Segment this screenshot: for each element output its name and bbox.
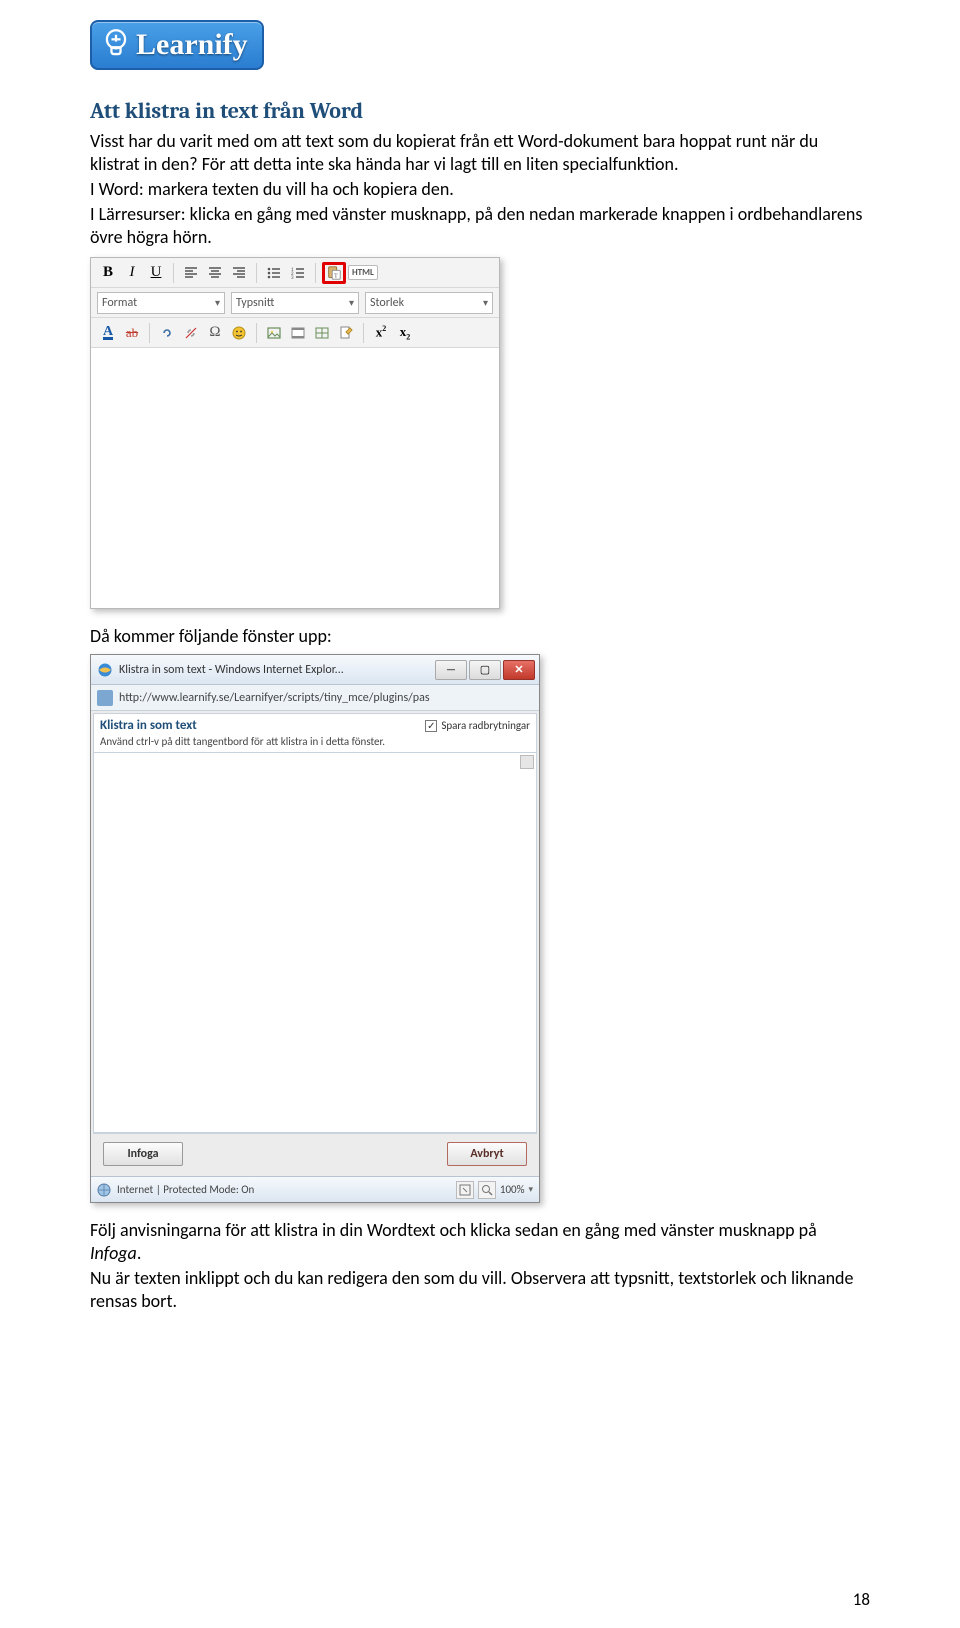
window-title: Klistra in som text - Windows Internet E… <box>119 663 429 677</box>
insert-button[interactable]: Infoga <box>103 1142 183 1166</box>
underline-button[interactable]: U <box>145 262 167 284</box>
zoom-control: 100% ▾ <box>456 1181 533 1199</box>
editor-content-area[interactable] <box>91 348 499 608</box>
toolbar-separator <box>363 323 364 343</box>
toolbar-row-2: Format ▾ Typsnitt ▾ Storlek ▾ <box>91 288 499 318</box>
toolbar-separator <box>315 263 316 283</box>
insert-table-button[interactable] <box>311 322 333 344</box>
scrollbar-up-button[interactable] <box>520 755 534 769</box>
status-text: Internet | Protected Mode: On <box>117 1183 254 1196</box>
learnify-logo: Learnify <box>90 20 264 70</box>
svg-text:3: 3 <box>291 275 294 281</box>
address-bar: http://www.learnify.se/Learnifyer/script… <box>91 685 539 711</box>
keep-linebreaks-checkbox[interactable]: ✓ Spara radbrytningar <box>425 719 530 732</box>
maximize-button[interactable]: ▢ <box>469 660 501 680</box>
text-color-button[interactable]: A <box>97 322 119 344</box>
size-dropdown-label: Storlek <box>370 296 404 310</box>
bullet-list-button[interactable] <box>263 262 285 284</box>
status-bar: Internet | Protected Mode: On 100% ▾ <box>91 1176 539 1202</box>
special-char-button[interactable]: Ω <box>204 322 226 344</box>
minimize-button[interactable]: — <box>435 660 467 680</box>
italic-button[interactable]: I <box>121 262 143 284</box>
window-buttons: — ▢ ✕ <box>435 660 535 680</box>
subscript-button[interactable]: x2 <box>394 322 416 344</box>
insert-link-button[interactable] <box>156 322 178 344</box>
chevron-down-icon: ▾ <box>349 296 354 309</box>
chevron-down-icon: ▾ <box>483 296 488 309</box>
logo-text: Learnify <box>136 28 248 62</box>
toolbar-separator <box>256 263 257 283</box>
intro-paragraph-3: I Lärresurser: klicka en gång med vänste… <box>90 203 870 249</box>
closing-paragraph-1: Följ anvisningarna för att klistra in di… <box>90 1219 870 1265</box>
toolbar-separator <box>256 323 257 343</box>
align-left-button[interactable] <box>180 262 202 284</box>
toolbar-row-3: A ab Ω x2 x2 <box>91 318 499 348</box>
cancel-button[interactable]: Avbryt <box>447 1142 527 1166</box>
page-number: 18 <box>853 1589 870 1610</box>
toolbar-separator <box>173 263 174 283</box>
mid-paragraph: Då kommer följande fönster upp: <box>90 625 870 648</box>
insert-media-button[interactable] <box>287 322 309 344</box>
lightbulb-icon <box>102 28 130 62</box>
emoticon-button[interactable] <box>228 322 250 344</box>
paste-dialog-screenshot: Klistra in som text - Windows Internet E… <box>90 654 540 1203</box>
zoom-mode-button[interactable] <box>456 1181 474 1199</box>
align-right-button[interactable] <box>228 262 250 284</box>
close-button[interactable]: ✕ <box>503 660 535 680</box>
align-center-button[interactable] <box>204 262 226 284</box>
paste-as-text-button[interactable]: T <box>322 262 346 284</box>
magnifier-icon[interactable] <box>478 1181 496 1199</box>
toolbar-separator <box>149 323 150 343</box>
closing-paragraph-2: Nu är texten inklippt och du kan rediger… <box>90 1267 870 1313</box>
chevron-down-icon[interactable]: ▾ <box>528 1184 533 1195</box>
insert-image-button[interactable] <box>263 322 285 344</box>
superscript-button[interactable]: x2 <box>370 322 392 344</box>
internet-explorer-icon <box>97 662 113 678</box>
numbered-list-button[interactable]: 123 <box>287 262 309 284</box>
format-dropdown-label: Format <box>102 296 137 310</box>
editor-toolbar-screenshot: B I U 123 T HTML Format ▾ Typsnitt ▾ Storl… <box>90 257 500 609</box>
section-heading: Att klistra in text från Word <box>90 98 870 124</box>
url-text: http://www.learnify.se/Learnifyer/script… <box>119 691 533 705</box>
edit-document-button[interactable] <box>335 322 357 344</box>
font-dropdown[interactable]: Typsnitt ▾ <box>231 292 359 314</box>
checkbox-label: Spara radbrytningar <box>441 719 530 732</box>
size-dropdown[interactable]: Storlek ▾ <box>365 292 493 314</box>
bold-button[interactable]: B <box>97 262 119 284</box>
dialog-header: Klistra in som text ✓ Spara radbrytninga… <box>93 713 537 753</box>
toolbar-row-1: B I U 123 T HTML <box>91 258 499 288</box>
paste-textarea[interactable] <box>93 753 537 1133</box>
intro-paragraph-2: I Word: markera texten du vill ha och ko… <box>90 178 870 201</box>
remove-link-button[interactable] <box>180 322 202 344</box>
chevron-down-icon: ▾ <box>215 296 220 309</box>
window-titlebar: Klistra in som text - Windows Internet E… <box>91 655 539 685</box>
dialog-instruction: Använd ctrl-v på ditt tangentbord för at… <box>100 735 530 748</box>
format-dropdown[interactable]: Format ▾ <box>97 292 225 314</box>
dialog-title: Klistra in som text <box>100 718 197 733</box>
checkbox-icon: ✓ <box>425 720 437 732</box>
svg-text:T: T <box>334 272 338 279</box>
font-dropdown-label: Typsnitt <box>236 296 274 310</box>
dialog-button-row: Infoga Avbryt <box>93 1133 537 1174</box>
site-icon <box>97 690 113 706</box>
globe-icon <box>97 1183 111 1197</box>
intro-paragraph-1: Visst har du varit med om att text som d… <box>90 130 870 176</box>
strikethrough-button[interactable]: ab <box>121 322 143 344</box>
zoom-level: 100% <box>500 1183 525 1196</box>
html-source-button[interactable]: HTML <box>348 265 378 280</box>
